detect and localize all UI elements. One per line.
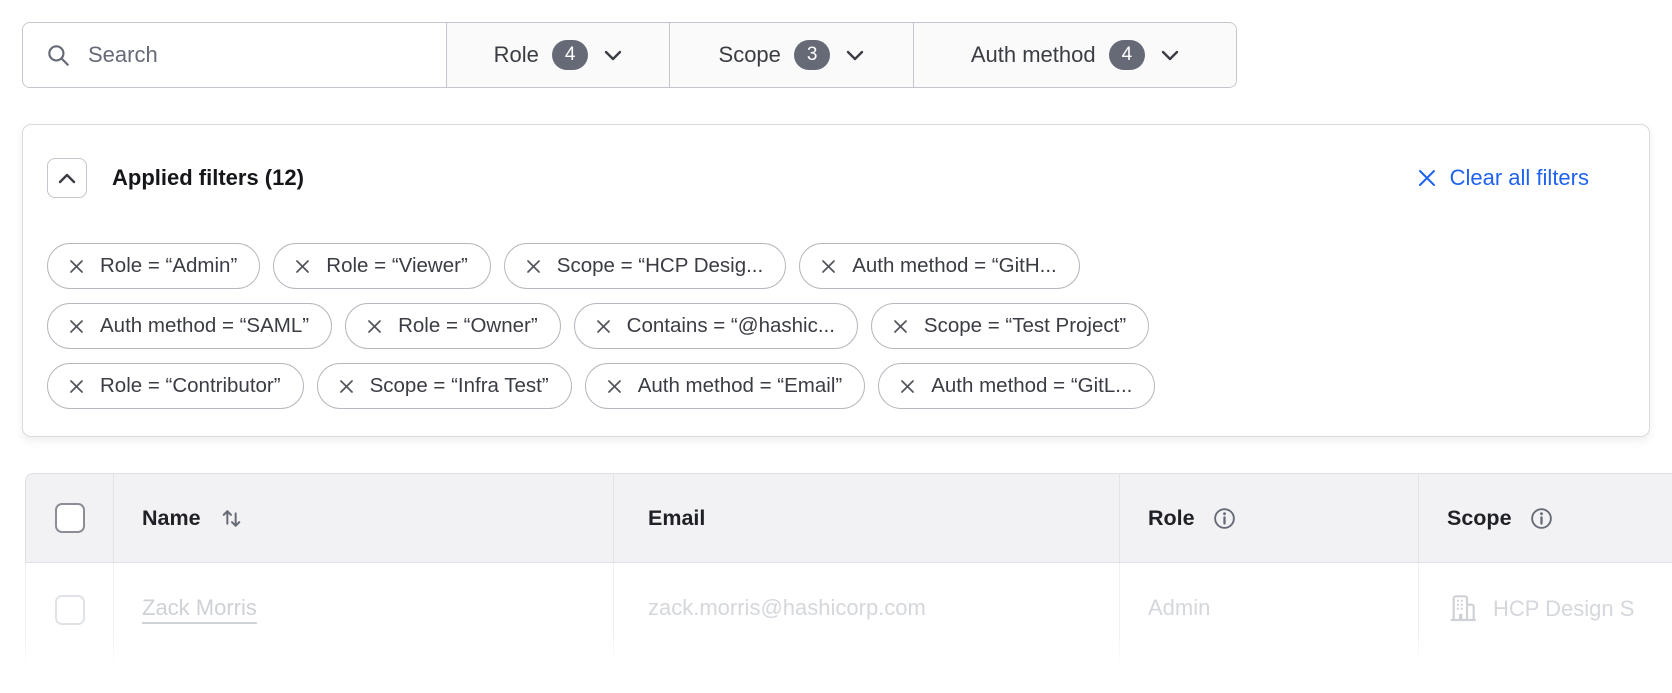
filter-pill-label: Role = “Viewer”	[326, 254, 467, 278]
filter-pill-label: Role = “Admin”	[100, 254, 237, 278]
applied-filters-header: Applied filters (12) Clear all filters	[47, 158, 1625, 198]
filter-pill[interactable]: Scope = “HCP Desig...	[504, 243, 786, 289]
remove-filter-icon[interactable]	[338, 378, 355, 395]
column-header-email: Email	[613, 474, 1119, 562]
filter-pill-row: Role = “Contributor” Scope = “Infra Test…	[47, 363, 1625, 409]
scope-count-badge: 3	[794, 40, 831, 71]
users-table: Name Email Role Scope	[25, 473, 1672, 690]
chevron-up-icon	[58, 173, 76, 184]
select-all-checkbox[interactable]	[55, 503, 85, 533]
filter-toolbar: Role 4 Scope 3 Auth method 4	[22, 22, 1237, 88]
search-input[interactable]	[88, 42, 446, 68]
scope-dropdown-label: Scope	[719, 42, 781, 68]
filter-pill[interactable]: Auth method = “GitH...	[799, 243, 1080, 289]
filter-pill-label: Role = “Owner”	[398, 314, 538, 338]
filter-pill-label: Auth method = “GitH...	[852, 254, 1057, 278]
name-cell: Zack Morris	[113, 563, 613, 690]
remove-filter-icon[interactable]	[68, 258, 85, 275]
scope-column-label: Scope	[1447, 506, 1512, 531]
collapse-filters-button[interactable]	[47, 158, 87, 198]
user-role: Admin	[1148, 595, 1210, 620]
filter-pill[interactable]: Role = “Contributor”	[47, 363, 304, 409]
remove-filter-icon[interactable]	[68, 318, 85, 335]
remove-filter-icon[interactable]	[899, 378, 916, 395]
row-select-cell	[26, 563, 113, 690]
remove-filter-icon[interactable]	[820, 258, 837, 275]
remove-filter-icon[interactable]	[892, 318, 909, 335]
remove-filter-icon[interactable]	[606, 378, 623, 395]
auth-method-count-badge: 4	[1109, 40, 1146, 71]
table-header-row: Name Email Role Scope	[25, 473, 1672, 563]
auth-method-dropdown-label: Auth method	[971, 42, 1096, 68]
filter-pill[interactable]: Auth method = “GitL...	[878, 363, 1155, 409]
user-email: zack.morris@hashicorp.com	[648, 595, 926, 620]
filter-pill-rows: Role = “Admin” Role = “Viewer” Scope = “…	[47, 243, 1625, 409]
user-name-link[interactable]: Zack Morris	[142, 595, 257, 620]
role-count-badge: 4	[552, 40, 589, 71]
remove-filter-icon[interactable]	[68, 378, 85, 395]
filter-pill[interactable]: Role = “Viewer”	[273, 243, 490, 289]
auth-method-filter-dropdown[interactable]: Auth method 4	[913, 23, 1236, 87]
filter-pill[interactable]: Role = “Admin”	[47, 243, 260, 289]
email-column-label: Email	[648, 506, 705, 531]
role-cell: Admin	[1119, 563, 1418, 690]
filter-pill[interactable]: Scope = “Test Project”	[871, 303, 1149, 349]
chevron-down-icon	[846, 50, 864, 61]
role-filter-dropdown[interactable]: Role 4	[446, 23, 669, 87]
clear-all-filters-button[interactable]: Clear all filters	[1417, 165, 1589, 191]
scope-cell: HCP Design S	[1418, 563, 1672, 690]
remove-filter-icon[interactable]	[595, 318, 612, 335]
chevron-down-icon	[1161, 50, 1179, 61]
table-row: Zack Morris zack.morris@hashicorp.com Ad…	[25, 563, 1672, 690]
user-scope: HCP Design S	[1493, 589, 1634, 622]
filter-pill-label: Scope = “Infra Test”	[370, 374, 549, 398]
column-header-role: Role	[1119, 474, 1418, 562]
filter-pill[interactable]: Scope = “Infra Test”	[317, 363, 572, 409]
column-header-name[interactable]: Name	[113, 474, 613, 562]
filter-pill[interactable]: Contains = “@hashic...	[574, 303, 858, 349]
applied-filters-title: Applied filters (12)	[112, 165, 304, 191]
info-icon[interactable]	[1529, 506, 1554, 531]
role-dropdown-label: Role	[494, 42, 539, 68]
filter-pill-row: Role = “Admin” Role = “Viewer” Scope = “…	[47, 243, 1625, 289]
filter-pill-row: Auth method = “SAML” Role = “Owner” Cont…	[47, 303, 1625, 349]
applied-filters-panel: Applied filters (12) Clear all filters R…	[22, 124, 1650, 437]
sort-icon[interactable]	[218, 505, 245, 532]
info-icon[interactable]	[1212, 506, 1237, 531]
filter-pill-label: Scope = “Test Project”	[924, 314, 1126, 338]
row-checkbox[interactable]	[55, 595, 85, 625]
filter-pill-label: Auth method = “GitL...	[931, 374, 1132, 398]
name-column-label: Name	[142, 506, 201, 531]
close-icon	[1417, 168, 1437, 188]
select-all-cell	[26, 474, 113, 562]
remove-filter-icon[interactable]	[525, 258, 542, 275]
filter-pill-label: Auth method = “Email”	[638, 374, 843, 398]
email-cell: zack.morris@hashicorp.com	[613, 563, 1119, 690]
filter-pill-label: Scope = “HCP Desig...	[557, 254, 763, 278]
remove-filter-icon[interactable]	[294, 258, 311, 275]
remove-filter-icon[interactable]	[366, 318, 383, 335]
search-icon	[45, 42, 71, 68]
filter-pill[interactable]: Role = “Owner”	[345, 303, 561, 349]
chevron-down-icon	[604, 50, 622, 61]
clear-all-filters-label: Clear all filters	[1450, 165, 1589, 191]
filter-pill[interactable]: Auth method = “Email”	[585, 363, 866, 409]
scope-filter-dropdown[interactable]: Scope 3	[669, 23, 913, 87]
organization-icon	[1447, 592, 1479, 624]
filter-pill-label: Role = “Contributor”	[100, 374, 281, 398]
search-box[interactable]	[23, 23, 446, 87]
column-header-scope: Scope	[1418, 474, 1672, 562]
filter-pill[interactable]: Auth method = “SAML”	[47, 303, 332, 349]
filter-pill-label: Auth method = “SAML”	[100, 314, 309, 338]
role-column-label: Role	[1148, 506, 1195, 531]
filter-pill-label: Contains = “@hashic...	[627, 314, 835, 338]
